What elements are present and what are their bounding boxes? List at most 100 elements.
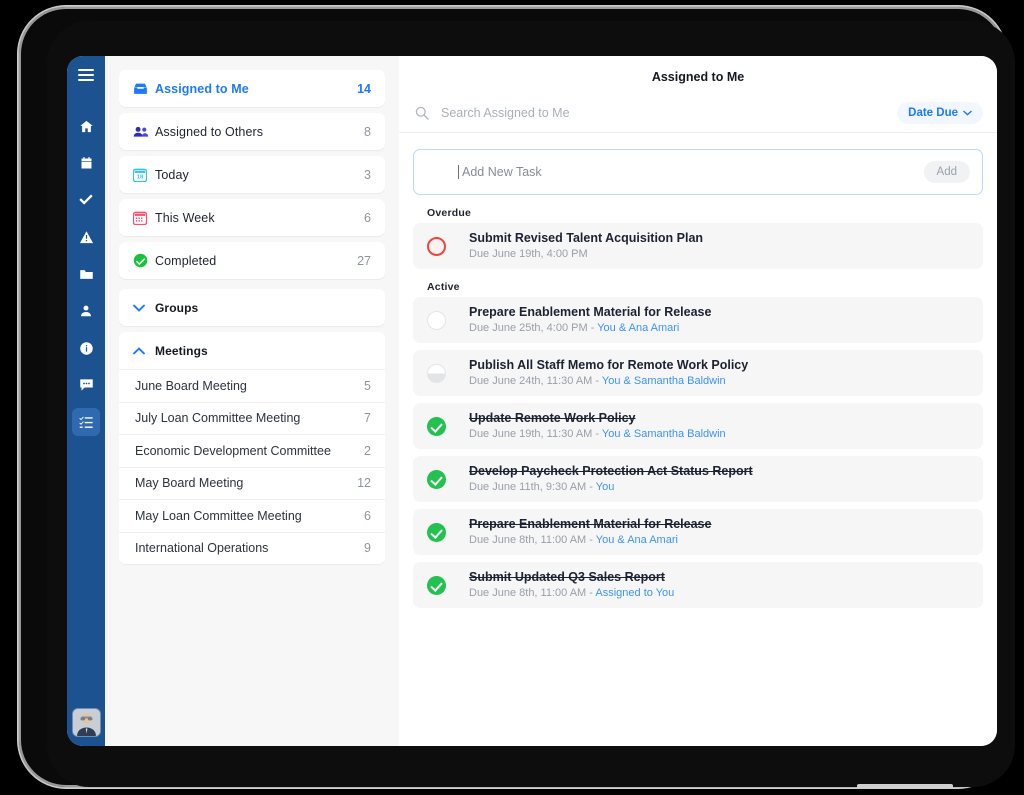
task-assignees[interactable]: Assigned to You xyxy=(595,587,674,599)
sidebar-filter-completed[interactable]: Completed 27 xyxy=(119,242,385,279)
task-checkbox[interactable] xyxy=(427,523,469,542)
task-meta: Due June 25th, 4:00 PM - You & Ana Amari xyxy=(469,321,969,336)
task-row[interactable]: Submit Revised Talent Acquisition Plan D… xyxy=(413,223,983,269)
sidebar-filter-today[interactable]: 18 Today 3 xyxy=(119,156,385,193)
task-checkbox[interactable] xyxy=(427,470,469,489)
sidebar-nav-panel: Assigned to Me 14 Assigned to Others 8 1… xyxy=(105,56,399,746)
add-task-input[interactable] xyxy=(460,164,924,180)
sidebar-item-label: This Week xyxy=(155,211,364,225)
task-meta: Due June 24th, 11:30 AM - You & Samantha… xyxy=(469,374,969,389)
meeting-count: 12 xyxy=(357,476,371,490)
sidebar-row[interactable]: Completed 27 xyxy=(119,242,385,279)
add-task-row[interactable]: Add xyxy=(413,149,983,195)
sidebar-row[interactable]: Assigned to Others 8 xyxy=(119,113,385,150)
hamburger-icon[interactable] xyxy=(78,68,94,86)
sidebar-row[interactable]: 18 Today 3 xyxy=(119,156,385,193)
task-checkbox[interactable] xyxy=(427,417,469,436)
sidebar-item-count: 27 xyxy=(357,254,371,268)
meeting-label: Economic Development Committee xyxy=(135,444,364,458)
task-assignees[interactable]: You & Samantha Baldwin xyxy=(602,375,726,387)
task-assignees[interactable]: You & Ana Amari xyxy=(596,534,678,546)
meeting-label: July Loan Committee Meeting xyxy=(135,411,364,425)
chat-icon[interactable] xyxy=(72,371,100,399)
task-title: Publish All Staff Memo for Remote Work P… xyxy=(469,358,969,373)
task-checkbox[interactable] xyxy=(427,237,469,256)
task-separator: - xyxy=(588,322,598,334)
meeting-count: 9 xyxy=(364,541,371,555)
sort-label: Date Due xyxy=(908,107,958,119)
task-due: Due June 11th, 9:30 AM xyxy=(469,481,586,493)
task-due: Due June 24th, 11:30 AM xyxy=(469,375,592,387)
user-avatar[interactable] xyxy=(73,709,100,736)
task-text: Prepare Enablement Material for Release … xyxy=(469,305,969,336)
sidebar-section-header[interactable]: Groups xyxy=(119,289,385,326)
task-meta: Due June 11th, 9:30 AM - You xyxy=(469,480,969,495)
meeting-count: 2 xyxy=(364,444,371,458)
sidebar-row[interactable]: Assigned to Me 14 xyxy=(119,70,385,107)
sidebar-filter-this-week[interactable]: This Week 6 xyxy=(119,199,385,236)
sidebar-section-header[interactable]: Meetings xyxy=(119,332,385,369)
task-row[interactable]: Update Remote Work Policy Due June 19th,… xyxy=(413,403,983,449)
task-row[interactable]: Prepare Enablement Material for Release … xyxy=(413,297,983,343)
sidebar-section-meetings[interactable]: Meetings June Board Meeting 5 July Loan … xyxy=(119,332,385,564)
list-item[interactable]: International Operations 9 xyxy=(119,532,385,565)
text-caret xyxy=(458,165,459,179)
task-meta: Due June 19th, 11:30 AM - You & Samantha… xyxy=(469,427,969,442)
task-row[interactable]: Submit Updated Q3 Sales Report Due June … xyxy=(413,562,983,608)
sidebar-item-label: Completed xyxy=(155,254,357,268)
task-title: Develop Paycheck Protection Act Status R… xyxy=(469,464,969,479)
task-checkbox[interactable] xyxy=(427,576,469,595)
task-text: Publish All Staff Memo for Remote Work P… xyxy=(469,358,969,389)
chevron-down-icon xyxy=(963,107,972,119)
task-text: Submit Revised Talent Acquisition Plan D… xyxy=(469,231,969,262)
circle-empty-icon xyxy=(427,311,446,330)
alert-triangle-icon[interactable] xyxy=(72,223,100,251)
home-icon[interactable] xyxy=(72,112,100,140)
chevron-down-icon xyxy=(133,304,155,312)
list-item[interactable]: June Board Meeting 5 xyxy=(119,369,385,402)
task-row[interactable]: Prepare Enablement Material for Release … xyxy=(413,509,983,555)
task-due: Due June 8th, 11:00 AM xyxy=(469,534,586,546)
folder-icon[interactable] xyxy=(72,260,100,288)
task-assignees[interactable]: You xyxy=(596,481,615,493)
list-item[interactable]: May Loan Committee Meeting 6 xyxy=(119,499,385,532)
task-list-icon[interactable] xyxy=(72,408,100,436)
task-assignees[interactable]: You & Samantha Baldwin xyxy=(602,428,726,440)
task-checkbox[interactable] xyxy=(427,364,469,383)
list-item[interactable]: May Board Meeting 12 xyxy=(119,467,385,500)
task-assignees[interactable]: You & Ana Amari xyxy=(597,322,679,334)
check-circle-filled-icon xyxy=(427,470,446,489)
sidebar-section-groups[interactable]: Groups xyxy=(119,289,385,326)
task-text: Submit Updated Q3 Sales Report Due June … xyxy=(469,570,969,601)
task-scroll-area[interactable]: Add Overdue Submit Revised Talent Acquis… xyxy=(399,133,997,746)
circle-empty-overdue-icon xyxy=(427,237,446,256)
task-meta: Due June 19th, 4:00 PM xyxy=(469,247,969,262)
svg-text:18: 18 xyxy=(137,174,144,180)
meeting-count: 6 xyxy=(364,509,371,523)
chevron-up-icon xyxy=(133,347,155,355)
task-due: Due June 8th, 11:00 AM xyxy=(469,587,586,599)
sidebar-item-label: Today xyxy=(155,168,364,182)
task-text: Prepare Enablement Material for Release … xyxy=(469,517,969,548)
meeting-count: 5 xyxy=(364,379,371,393)
list-item[interactable]: July Loan Committee Meeting 7 xyxy=(119,402,385,435)
search-input[interactable] xyxy=(435,105,897,121)
task-checkbox[interactable] xyxy=(427,311,469,330)
sidebar-row[interactable]: This Week 6 xyxy=(119,199,385,236)
list-item[interactable]: Economic Development Committee 2 xyxy=(119,434,385,467)
check-icon[interactable] xyxy=(72,186,100,214)
task-row[interactable]: Publish All Staff Memo for Remote Work P… xyxy=(413,350,983,396)
calendar-icon[interactable] xyxy=(72,149,100,177)
task-row[interactable]: Develop Paycheck Protection Act Status R… xyxy=(413,456,983,502)
inbox-icon xyxy=(133,82,155,95)
sidebar-filter-assigned-to-others[interactable]: Assigned to Others 8 xyxy=(119,113,385,150)
search-bar: Date Due xyxy=(399,94,997,133)
info-icon[interactable] xyxy=(72,334,100,362)
check-circle-filled-icon xyxy=(427,523,446,542)
person-icon[interactable] xyxy=(72,297,100,325)
add-task-button[interactable]: Add xyxy=(924,161,970,183)
sidebar-filter-assigned-to-me[interactable]: Assigned to Me 14 xyxy=(119,70,385,107)
page-title: Assigned to Me xyxy=(399,56,997,94)
sidebar-section-label: Meetings xyxy=(155,344,371,358)
sort-date-due-button[interactable]: Date Due xyxy=(897,102,983,124)
